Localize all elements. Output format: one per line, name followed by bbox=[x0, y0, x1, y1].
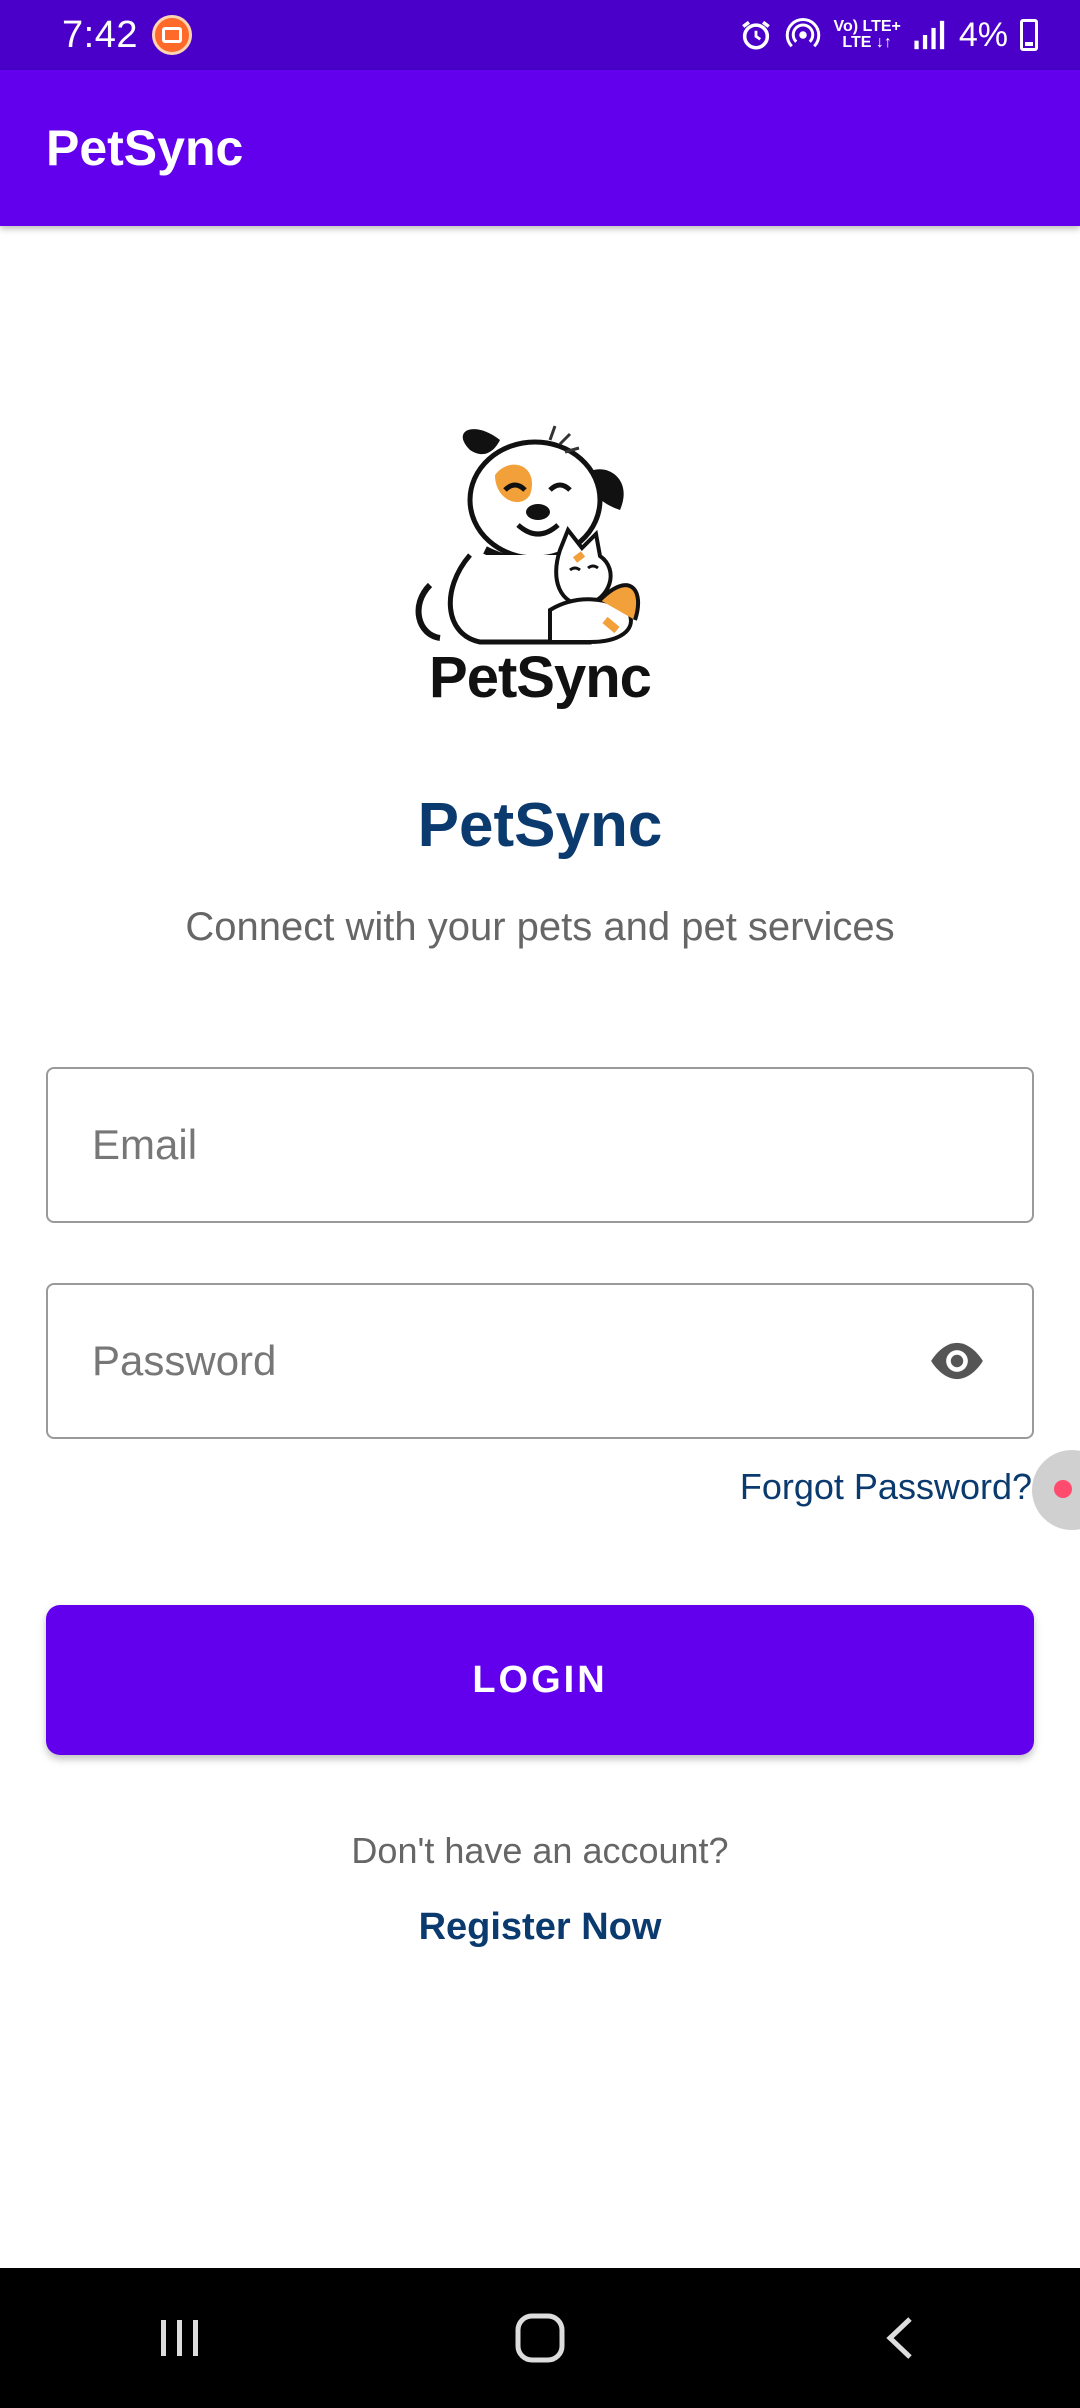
status-bar: 7:42 Vo) LTE+ LTE ↓↑ 4% bbox=[0, 0, 1080, 70]
alarm-icon bbox=[739, 18, 773, 52]
hotspot-icon bbox=[785, 17, 821, 53]
email-input[interactable] bbox=[92, 1121, 988, 1169]
lte-bottom-label: LTE ↓↑ bbox=[842, 34, 892, 51]
lte-top-label: Vo) LTE+ bbox=[833, 18, 901, 35]
app-bar-title: PetSync bbox=[46, 120, 244, 176]
status-right: Vo) LTE+ LTE ↓↑ 4% bbox=[739, 16, 1038, 55]
battery-icon bbox=[1020, 19, 1038, 51]
brand-title: PetSync bbox=[417, 791, 663, 860]
back-icon[interactable] bbox=[840, 2288, 960, 2388]
status-time: 7:42 bbox=[62, 13, 138, 56]
status-left: 7:42 bbox=[62, 14, 192, 57]
signal-icon bbox=[913, 20, 947, 50]
forgot-password-link[interactable]: Forgot Password? bbox=[740, 1466, 1032, 1508]
password-field[interactable] bbox=[46, 1283, 1034, 1439]
login-screen: 7:42 Vo) LTE+ LTE ↓↑ 4% PetSync PetSync … bbox=[0, 0, 1080, 2408]
password-input[interactable] bbox=[92, 1337, 926, 1385]
system-nav-bar bbox=[0, 2268, 1080, 2408]
notification-icon bbox=[151, 15, 192, 55]
lte-indicator: Vo) LTE+ LTE ↓↑ bbox=[833, 19, 900, 51]
tagline: Connect with your pets and pet services bbox=[185, 905, 895, 949]
recents-icon[interactable] bbox=[120, 2288, 240, 2388]
login-button[interactable]: LOGIN bbox=[46, 1605, 1034, 1755]
app-logo: PetSync bbox=[400, 420, 680, 720]
no-account-text: Don't have an account? bbox=[351, 1830, 729, 1871]
pet-illustration-icon bbox=[415, 425, 641, 645]
floating-bubble[interactable] bbox=[1032, 1450, 1080, 1530]
battery-percent: 4% bbox=[958, 15, 1008, 54]
app-bar: PetSync bbox=[0, 70, 1080, 226]
eye-icon[interactable] bbox=[926, 1328, 988, 1394]
email-field[interactable] bbox=[46, 1067, 1034, 1223]
register-link[interactable]: Register Now bbox=[0, 1906, 1080, 1949]
home-icon[interactable] bbox=[480, 2288, 600, 2388]
logo-wordmark: PetSync bbox=[429, 645, 652, 710]
